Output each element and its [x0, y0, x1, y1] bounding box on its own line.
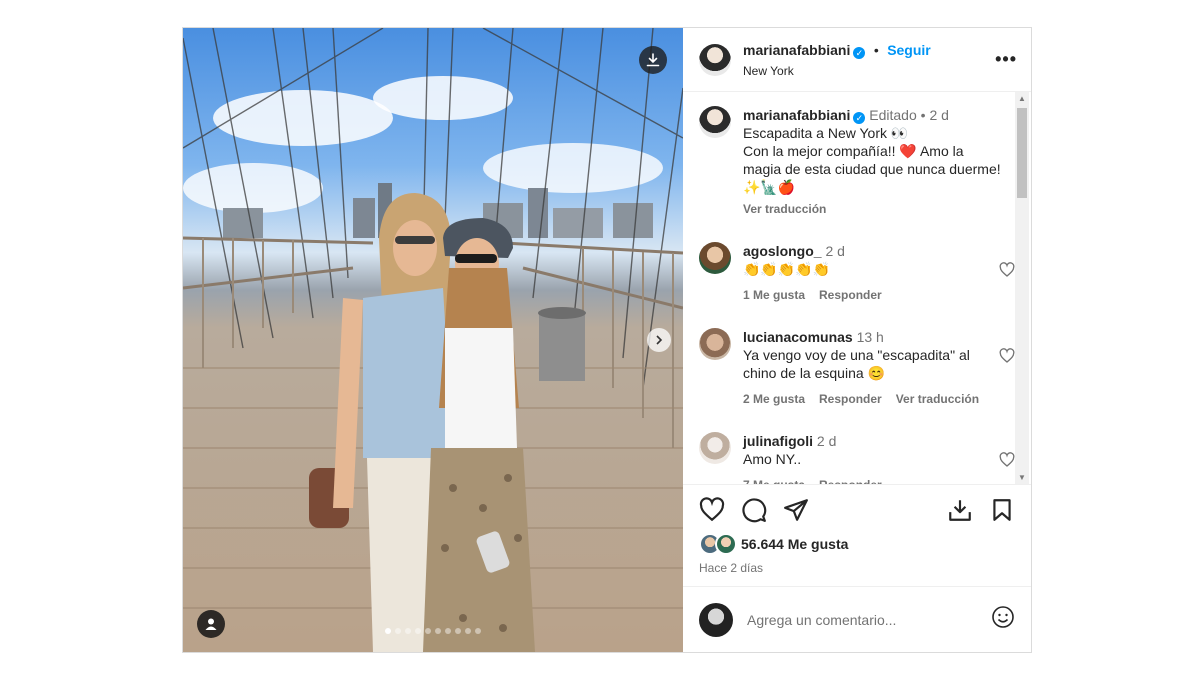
verified-icon: ✓	[853, 112, 866, 124]
commenter-avatar[interactable]	[699, 242, 731, 274]
comment-body: lucianacomunas 13 h Ya vengo voy de una …	[743, 328, 1001, 408]
liker-avatar	[715, 533, 737, 555]
comment-username[interactable]: julinafigoli	[743, 433, 813, 449]
caption-username[interactable]: marianafabbiani	[743, 107, 850, 123]
reply-button[interactable]: Responder	[819, 286, 882, 304]
carousel-dot	[425, 628, 431, 634]
comment-likes[interactable]: 7 Me gusta	[743, 476, 805, 484]
carousel-dot	[475, 628, 481, 634]
comments-list[interactable]: marianafabbiani ✓ Editado • 2 d Escapadit…	[683, 92, 1031, 484]
action-bar	[699, 497, 1015, 523]
post-location[interactable]: New York	[743, 64, 995, 78]
carousel-indicator	[183, 628, 683, 634]
comment-username[interactable]: lucianacomunas	[743, 329, 853, 345]
carousel-dot	[405, 628, 411, 634]
add-comment-bar	[683, 586, 1031, 652]
comments-scrollbar[interactable]: ▲ ▼	[1015, 92, 1029, 484]
like-comment-button[interactable]	[999, 452, 1015, 473]
photo-scene	[183, 28, 683, 652]
carousel-dot	[445, 628, 451, 634]
commenter-avatar[interactable]	[699, 432, 731, 464]
post-header: marianafabbiani ✓ • Seguir New York •••	[683, 28, 1031, 92]
comment-body: agoslongo_ 2 d 👏👏👏👏👏 1 Me gusta Responde…	[743, 242, 1001, 304]
comment-text: 👏👏👏👏👏	[743, 261, 831, 277]
edited-label: Editado	[869, 107, 917, 123]
comment-meta: 2 Me gusta Responder Ver traducción	[743, 390, 1001, 408]
comment-row: julinafigoli 2 d Amo NY.. 7 Me gusta Res…	[699, 432, 1015, 484]
more-options-button[interactable]: •••	[995, 49, 1017, 70]
save-to-device-button[interactable]	[947, 497, 973, 523]
comment-username[interactable]: agoslongo_	[743, 243, 822, 259]
comment-input[interactable]	[745, 610, 991, 629]
comment-time[interactable]: 2 d	[825, 243, 844, 259]
carousel-dot	[385, 628, 391, 634]
caption-translate[interactable]: Ver traducción	[743, 200, 1001, 218]
more-horizontal-icon: •••	[995, 49, 1017, 69]
commenter-avatar[interactable]	[699, 328, 731, 360]
comment-row: agoslongo_ 2 d 👏👏👏👏👏 1 Me gusta Responde…	[699, 242, 1015, 304]
comment-icon	[742, 498, 767, 523]
share-icon	[784, 499, 808, 521]
likes-count[interactable]: 56.644 Me gusta	[741, 536, 848, 552]
author-avatar[interactable]	[699, 43, 731, 76]
comment-text: Amo NY..	[743, 451, 802, 467]
post-time-ago[interactable]: Hace 2 días	[699, 561, 1015, 575]
comment-translate[interactable]: Ver traducción	[896, 390, 979, 408]
author-info: marianafabbiani ✓ • Seguir New York	[743, 42, 995, 78]
download-icon	[646, 53, 660, 67]
heart-icon	[999, 348, 1015, 363]
caption-body: marianafabbiani ✓ Editado • 2 d Escapadit…	[743, 106, 1001, 218]
post-photo[interactable]	[183, 28, 683, 652]
comment-text: Ya vengo voy de una "escapadita" al chin…	[743, 347, 970, 381]
verified-icon: ✓	[853, 46, 866, 59]
comment-time[interactable]: 13 h	[857, 329, 884, 345]
scroll-up-icon[interactable]: ▲	[1018, 94, 1026, 103]
caption-row: marianafabbiani ✓ Editado • 2 d Escapadit…	[699, 106, 1001, 218]
heart-icon	[699, 497, 725, 522]
carousel-next-button[interactable]	[647, 328, 671, 352]
bookmark-button[interactable]	[989, 497, 1015, 523]
comment-row: lucianacomunas 13 h Ya vengo voy de una …	[699, 328, 1015, 408]
like-button[interactable]	[699, 497, 725, 523]
emoji-icon	[992, 606, 1014, 628]
download-photo-button[interactable]	[639, 46, 667, 74]
caption-time[interactable]: 2 d	[929, 107, 948, 123]
likes-summary[interactable]: 56.644 Me gusta	[699, 533, 1015, 555]
like-comment-button[interactable]	[999, 348, 1015, 369]
reply-button[interactable]: Responder	[819, 390, 882, 408]
carousel-dot	[395, 628, 401, 634]
comment-meta: 1 Me gusta Responder	[743, 286, 1001, 304]
comment-likes[interactable]: 2 Me gusta	[743, 390, 805, 408]
reply-button[interactable]: Responder	[819, 476, 882, 484]
save-download-icon	[949, 500, 971, 521]
carousel-dot	[465, 628, 471, 634]
scroll-down-icon[interactable]: ▼	[1018, 473, 1026, 482]
comment-meta: 7 Me gusta Responder	[743, 476, 1001, 484]
heart-icon	[999, 262, 1015, 277]
carousel-dot	[435, 628, 441, 634]
current-user-avatar	[699, 602, 733, 637]
author-username[interactable]: marianafabbiani	[743, 42, 850, 58]
scrollbar-thumb[interactable]	[1017, 108, 1027, 198]
instagram-post: marianafabbiani ✓ • Seguir New York ••• m…	[182, 27, 1032, 653]
bookmark-icon	[993, 499, 1011, 521]
carousel-dot	[455, 628, 461, 634]
like-comment-button[interactable]	[999, 262, 1015, 283]
heart-icon	[999, 452, 1015, 467]
comment-body: julinafigoli 2 d Amo NY.. 7 Me gusta Res…	[743, 432, 1001, 484]
comment-time[interactable]: 2 d	[817, 433, 836, 449]
caption-separator: •	[920, 107, 926, 123]
share-button[interactable]	[783, 497, 809, 523]
chevron-right-icon	[656, 335, 663, 345]
emoji-button[interactable]	[991, 605, 1015, 634]
comment-likes[interactable]: 1 Me gusta	[743, 286, 805, 304]
follow-button[interactable]: Seguir	[887, 42, 931, 58]
caption-text: Escapadita a New York 👀 Con la mejor com…	[743, 125, 1001, 195]
carousel-dot	[415, 628, 421, 634]
header-separator: •	[873, 41, 879, 58]
comment-button[interactable]	[741, 497, 767, 523]
post-side-panel: marianafabbiani ✓ • Seguir New York ••• m…	[683, 28, 1031, 652]
caption-author-avatar[interactable]	[699, 106, 731, 138]
